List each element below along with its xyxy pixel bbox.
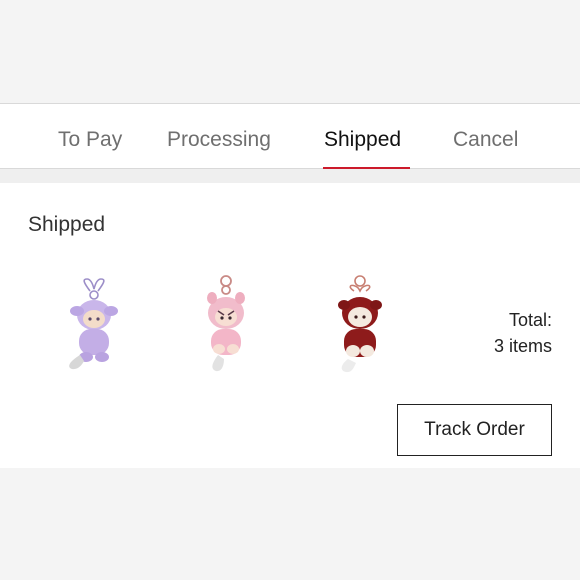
- tab-processing[interactable]: Processing: [167, 128, 271, 152]
- tab-cancel[interactable]: Cancel: [453, 128, 518, 152]
- order-status-label: Shipped: [28, 213, 106, 236]
- red-plush-keychain-figure-icon: [338, 275, 382, 373]
- top-blank-area: [0, 0, 580, 103]
- total-value: 3 items: [493, 336, 552, 356]
- order-item-thumbnail[interactable]: [60, 275, 130, 387]
- order-status-tabs: To Pay Processing Shipped Cancel: [0, 103, 580, 170]
- order-card: Shipped Total: 3 items Track Order: [0, 183, 580, 468]
- order-total: Total: 3 items: [494, 307, 552, 359]
- total-label: Total:: [508, 310, 552, 330]
- order-item-thumbnail[interactable]: [326, 275, 396, 387]
- tab-to-pay[interactable]: To Pay: [58, 128, 122, 152]
- section-divider: [0, 169, 580, 183]
- purple-plush-keychain-figure-icon: [69, 278, 118, 370]
- pink-plush-keychain-figure-icon: [207, 275, 245, 372]
- track-order-button[interactable]: Track Order: [397, 404, 552, 456]
- tab-shipped[interactable]: Shipped: [324, 128, 401, 152]
- order-item-thumbnail[interactable]: [192, 275, 262, 387]
- bottom-blank-area: [0, 468, 580, 580]
